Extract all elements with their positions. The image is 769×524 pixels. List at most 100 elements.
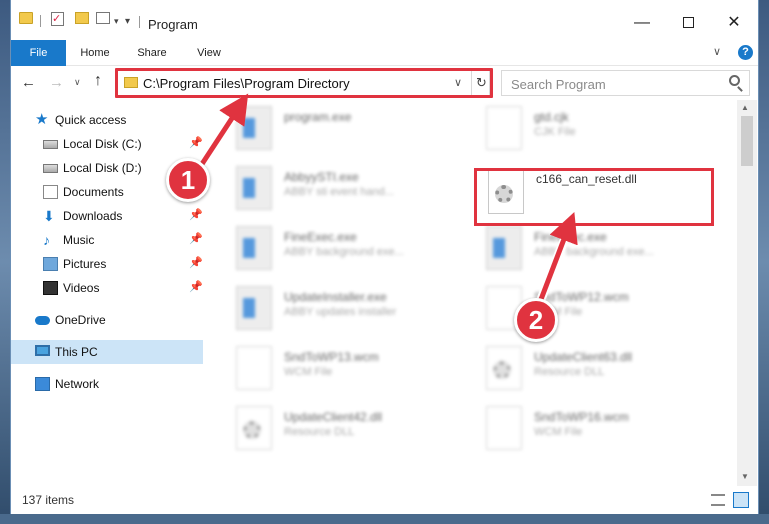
desktop-edge-bottom (0, 514, 769, 524)
sidebar-item-network[interactable]: Network (11, 372, 203, 396)
file-item[interactable]: AbbyySTI.exe ABBY sti event hand... (236, 166, 476, 218)
application-icon (486, 226, 522, 270)
file-item[interactable]: program.exe (236, 106, 476, 158)
documents-icon (43, 185, 58, 199)
step-badge-2: 2 (514, 298, 558, 342)
sidebar-item-pictures[interactable]: Pictures 📌 (11, 252, 203, 276)
properties-icon[interactable] (96, 12, 110, 24)
sidebar-item-label: Music (63, 233, 95, 247)
pin-icon[interactable]: 📌 (189, 136, 203, 149)
scroll-down-icon[interactable]: ▼ (741, 472, 749, 481)
maximize-button[interactable] (665, 8, 711, 38)
sidebar-item-label: Quick access (55, 113, 127, 127)
file-item[interactable]: gtd.cjk CJK File (486, 106, 726, 158)
minimize-button[interactable]: — (619, 8, 665, 38)
title-bar: ✓ ▾ ▾ Program — ✕ (11, 0, 758, 40)
navigation-bar: ← → ∨ ↑ C:\Program Files\Program Directo… (11, 66, 758, 100)
sidebar-item-local-disk-c[interactable]: Local Disk (C:) 📌 (11, 132, 203, 156)
status-bar: 137 items (11, 487, 758, 513)
sidebar-item-onedrive[interactable]: OneDrive (11, 308, 203, 332)
tab-file[interactable]: File (11, 40, 66, 66)
file-name: gtd.cjk (534, 110, 569, 124)
sidebar-item-label: Network (55, 377, 100, 391)
details-view-icon[interactable] (711, 494, 725, 506)
properties-caret-icon[interactable]: ▾ (114, 12, 119, 30)
forward-button[interactable]: → (49, 74, 64, 91)
tab-view[interactable]: View (185, 40, 233, 66)
sidebar-item-this-pc[interactable]: This PC (11, 340, 203, 364)
vertical-scrollbar[interactable]: ▲ ▼ (737, 100, 757, 486)
help-icon[interactable]: ? (738, 45, 753, 60)
tab-share[interactable]: Share (128, 40, 176, 66)
file-description: CJK File (534, 126, 576, 138)
file-item[interactable]: SndToWP16.wcm WCM File (486, 406, 726, 458)
scroll-thumb[interactable] (741, 116, 753, 166)
close-button[interactable]: ✕ (711, 8, 757, 38)
item-count: 137 items (22, 493, 75, 507)
large-icons-view-icon[interactable] (733, 492, 749, 508)
explorer-window: ✓ ▾ ▾ Program — ✕ File Home Share View ∨… (10, 0, 759, 514)
sidebar-item-label: OneDrive (55, 313, 106, 327)
sidebar-item-label: Documents (63, 185, 124, 199)
dll-file-icon (486, 346, 522, 390)
sidebar-item-downloads[interactable]: ⬇ Downloads 📌 (11, 204, 203, 228)
application-icon (236, 286, 272, 330)
pin-icon[interactable]: 📌 (189, 232, 203, 245)
file-name: UpdateClient63.dll (534, 350, 633, 364)
pictures-icon (43, 257, 58, 271)
file-name: UpdateInstaller.exe (284, 290, 387, 304)
sidebar-item-label: Videos (63, 281, 100, 295)
file-item[interactable]: FineExec.exe ABBY background exe... (236, 226, 476, 278)
sidebar-item-music[interactable]: ♪ Music 📌 (11, 228, 203, 252)
sidebar-item-label: Downloads (63, 209, 123, 223)
new-folder-icon[interactable] (75, 12, 89, 24)
file-description: ABBY background exe... (534, 246, 654, 258)
file-icon (486, 406, 522, 450)
pin-icon[interactable]: 📌 (189, 208, 203, 221)
pin-icon[interactable]: 📌 (189, 280, 203, 293)
search-placeholder: Search Program (511, 77, 606, 92)
navigation-pane: ★ Quick access Local Disk (C:) 📌 Local D… (11, 100, 206, 486)
file-item[interactable]: UpdateInstaller.exe ABBY updates install… (236, 286, 476, 338)
computer-icon (35, 345, 50, 356)
pin-icon[interactable]: 📌 (189, 256, 203, 269)
expand-ribbon-icon[interactable]: ∨ (713, 45, 721, 58)
file-description: ABBY updates installer (284, 306, 397, 318)
toolbar-divider (40, 15, 41, 27)
recent-locations-icon[interactable]: ∨ (74, 77, 81, 88)
file-highlight-box (474, 168, 714, 226)
sidebar-item-quick-access[interactable]: ★ Quick access (11, 108, 203, 132)
file-description: ABBY background exe... (284, 246, 404, 258)
sidebar-item-videos[interactable]: Videos 📌 (11, 276, 203, 300)
file-item[interactable]: FineExec.exe ABBY background exe... (486, 226, 726, 278)
file-item[interactable]: SndToWP13.wcm WCM File (236, 346, 476, 398)
file-description: WCM File (534, 426, 583, 438)
search-icon[interactable] (729, 75, 740, 86)
title-divider (139, 16, 140, 28)
star-icon: ★ (35, 111, 49, 128)
application-icon (236, 226, 272, 270)
file-icon (486, 106, 522, 150)
window-title: Program (148, 17, 198, 32)
properties-check-icon[interactable]: ✓ (51, 12, 64, 26)
up-button[interactable]: ↑ (94, 72, 102, 90)
desktop-edge-right (759, 0, 769, 524)
back-button[interactable]: ← (21, 74, 36, 91)
cloud-icon (35, 316, 50, 325)
file-list: program.exe gtd.cjk CJK File AbbyySTI.ex… (206, 100, 736, 486)
file-name: program.exe (284, 110, 352, 124)
scroll-up-icon[interactable]: ▲ (741, 103, 749, 112)
file-description: Resource DLL (534, 366, 605, 378)
music-icon: ♪ (43, 232, 50, 248)
file-name: SndToWP16.wcm (534, 410, 629, 424)
search-input[interactable]: Search Program (501, 70, 750, 96)
drive-icon (43, 140, 58, 149)
drive-icon (43, 164, 58, 173)
customize-toolbar-icon[interactable]: ▾ (125, 12, 130, 30)
file-icon (236, 346, 272, 390)
file-item[interactable]: UpdateClient63.dll Resource DLL (486, 346, 726, 398)
file-description: Resource DLL (284, 426, 355, 438)
tab-home[interactable]: Home (71, 40, 119, 66)
file-item[interactable]: UpdateClient42.dll Resource DLL (236, 406, 476, 458)
maximize-icon (682, 17, 694, 29)
